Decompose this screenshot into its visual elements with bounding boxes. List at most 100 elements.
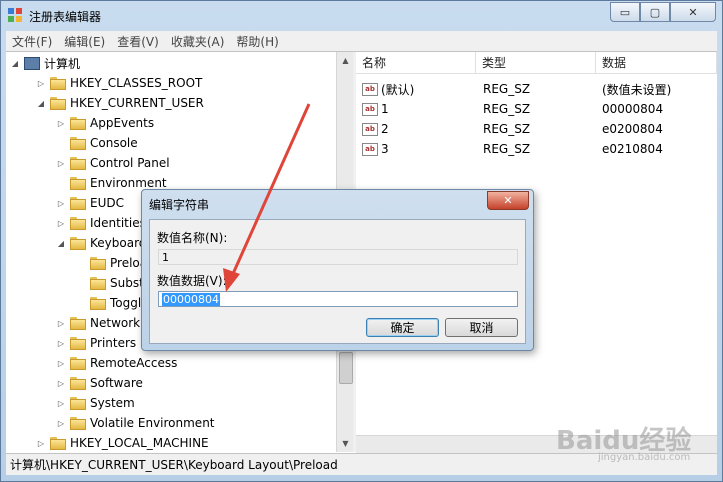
column-header-data[interactable]: 数据 xyxy=(596,52,717,74)
value-data: (数值未设置) xyxy=(602,82,672,97)
tree-item-label: HKEY_LOCAL_MACHINE xyxy=(70,436,209,450)
folder-icon xyxy=(70,216,86,230)
value-data: 00000804 xyxy=(602,102,664,116)
folder-icon xyxy=(50,436,66,450)
maximize-button[interactable]: ▢ xyxy=(640,2,670,22)
folder-icon xyxy=(70,136,86,150)
column-header-name[interactable]: 名称 xyxy=(356,52,476,74)
tree-item-label: EUDC xyxy=(90,196,124,210)
collapse-icon[interactable]: ◢ xyxy=(56,239,66,248)
expand-icon[interactable]: ▷ xyxy=(56,319,66,328)
tree-item-identities[interactable]: ▷ Identities xyxy=(56,213,146,233)
tree-item-network[interactable]: ▷ Network xyxy=(56,313,140,333)
tree-item-label: 计算机 xyxy=(44,56,81,71)
list-item[interactable]: ab 3 REG_SZ e0210804 xyxy=(356,139,717,159)
value-name: 3 xyxy=(381,142,389,156)
folder-icon xyxy=(70,176,86,190)
tree-item-label: Software xyxy=(90,376,143,390)
close-button[interactable]: ✕ xyxy=(670,2,716,22)
tree-item-label: Volatile Environment xyxy=(90,416,215,430)
value-name: 1 xyxy=(381,102,389,116)
menu-edit[interactable]: 编辑(E) xyxy=(58,33,111,50)
selected-text: 00000804 xyxy=(162,292,220,306)
expand-icon[interactable]: ▷ xyxy=(56,359,66,368)
tree-item-console[interactable]: Console xyxy=(56,133,138,153)
minimize-button[interactable]: ▭ xyxy=(610,2,640,22)
tree-item-toggle[interactable]: Toggle xyxy=(76,293,149,313)
expand-icon[interactable]: ▷ xyxy=(56,399,66,408)
tree-item-appevents[interactable]: ▷ AppEvents xyxy=(56,113,154,133)
menu-file[interactable]: 文件(F) xyxy=(6,33,58,50)
expand-icon[interactable]: ▷ xyxy=(56,219,66,228)
tree-item-computer[interactable]: ◢ 计算机 xyxy=(10,53,80,73)
menu-favorites[interactable]: 收藏夹(A) xyxy=(165,33,231,50)
folder-icon xyxy=(70,236,86,250)
minimize-icon: ▭ xyxy=(619,5,631,19)
folder-icon xyxy=(50,76,66,90)
expand-icon[interactable]: ▷ xyxy=(56,159,66,168)
status-path: 计算机\HKEY_CURRENT_USER\Keyboard Layout\Pr… xyxy=(10,458,338,472)
expand-icon[interactable]: ▷ xyxy=(56,379,66,388)
tree-item-hkcu[interactable]: ◢ HKEY_CURRENT_USER xyxy=(36,93,204,113)
folder-icon xyxy=(70,396,86,410)
tree-item-system[interactable]: ▷ System xyxy=(56,393,135,413)
value-type: REG_SZ xyxy=(483,142,531,156)
list-item[interactable]: ab (默认) REG_SZ (数值未设置) xyxy=(356,79,717,99)
expand-icon[interactable]: ▷ xyxy=(56,199,66,208)
expand-icon[interactable]: ▷ xyxy=(36,79,46,88)
tree-item-eudc[interactable]: ▷ EUDC xyxy=(56,193,124,213)
value-data-label: 数值数据(V): xyxy=(157,274,227,288)
computer-icon xyxy=(24,56,40,70)
title-bar[interactable]: 注册表编辑器 ▭ ▢ ✕ xyxy=(1,1,722,29)
value-name-field: 1 xyxy=(158,249,518,265)
value-data: e0200804 xyxy=(602,122,663,136)
ok-button[interactable]: 确定 xyxy=(366,318,439,337)
value-type: REG_SZ xyxy=(483,82,531,96)
folder-icon xyxy=(70,196,86,210)
tree-item-label: RemoteAccess xyxy=(90,356,178,370)
folder-icon xyxy=(70,156,86,170)
menu-view[interactable]: 查看(V) xyxy=(111,33,165,50)
scroll-up-icon[interactable]: ▲ xyxy=(337,52,354,69)
tree-item-hkcr[interactable]: ▷ HKEY_CLASSES_ROOT xyxy=(36,73,202,93)
collapse-icon[interactable]: ◢ xyxy=(10,59,20,68)
tree-item-printers[interactable]: ▷ Printers xyxy=(56,333,136,353)
menu-help[interactable]: 帮助(H) xyxy=(230,33,284,50)
tree-item-software[interactable]: ▷ Software xyxy=(56,373,143,393)
tree-item-label: Network xyxy=(90,316,141,330)
folder-icon xyxy=(50,96,66,110)
tree-item-volatile-environment[interactable]: ▷ Volatile Environment xyxy=(56,413,215,433)
edit-string-dialog: 编辑字符串 ✕ 数值名称(N): 1 数值数据(V): 00000804 确定 … xyxy=(141,189,534,351)
scroll-thumb[interactable] xyxy=(339,352,353,384)
list-item[interactable]: ab 1 REG_SZ 00000804 xyxy=(356,99,717,119)
menu-bar: 文件(F) 编辑(E) 查看(V) 收藏夹(A) 帮助(H) xyxy=(6,31,717,51)
tree-item-label: HKEY_CURRENT_USER xyxy=(70,96,204,110)
list-item[interactable]: ab 2 REG_SZ e0200804 xyxy=(356,119,717,139)
baidu-watermark-url: jingyan.baidu.com xyxy=(598,452,691,463)
maximize-icon: ▢ xyxy=(649,5,661,19)
collapse-icon[interactable]: ◢ xyxy=(36,99,46,108)
expand-icon[interactable]: ▷ xyxy=(56,419,66,428)
expand-icon[interactable]: ▷ xyxy=(36,439,46,448)
tree-item-control-panel[interactable]: ▷ Control Panel xyxy=(56,153,170,173)
tree-item-label: Environment xyxy=(90,176,167,190)
tree-item-label: AppEvents xyxy=(90,116,155,130)
column-header-type[interactable]: 类型 xyxy=(476,52,596,74)
tree-item-remoteaccess[interactable]: ▷ RemoteAccess xyxy=(56,353,177,373)
tree-item-label: Console xyxy=(90,136,138,150)
string-value-icon: ab xyxy=(362,82,378,96)
dialog-body: 数值名称(N): 1 数值数据(V): 00000804 确定 取消 xyxy=(149,219,526,344)
cancel-button[interactable]: 取消 xyxy=(445,318,518,337)
expand-icon[interactable]: ▷ xyxy=(56,339,66,348)
dialog-close-button[interactable]: ✕ xyxy=(487,191,529,210)
registry-app-icon xyxy=(8,8,22,22)
value-data-input[interactable]: 00000804 xyxy=(158,291,518,307)
string-value-icon: ab xyxy=(362,142,378,156)
value-type: REG_SZ xyxy=(483,122,531,136)
close-icon: ✕ xyxy=(688,5,698,19)
expand-icon[interactable]: ▷ xyxy=(56,119,66,128)
scroll-down-icon[interactable]: ▼ xyxy=(337,435,354,452)
folder-icon xyxy=(70,316,86,330)
value-data: e0210804 xyxy=(602,142,663,156)
tree-item-hklm[interactable]: ▷ HKEY_LOCAL_MACHINE xyxy=(36,433,209,452)
